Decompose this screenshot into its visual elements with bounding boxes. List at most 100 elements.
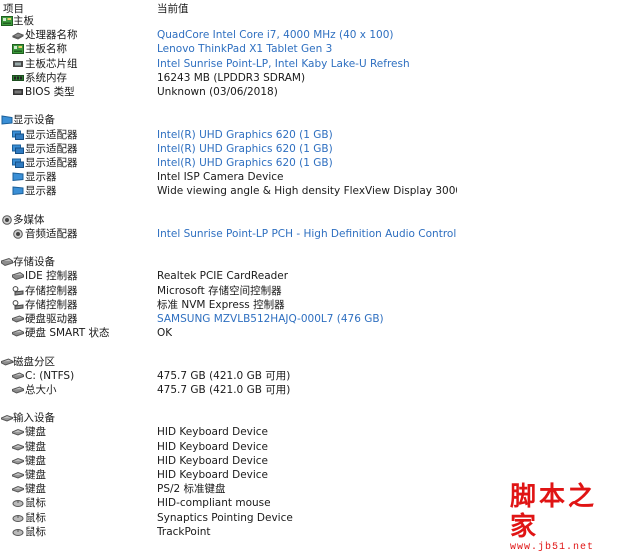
partition-icon [1,357,13,367]
speaker-icon [1,214,13,225]
monitor-icon [12,186,24,196]
motherboard-icon [1,16,13,26]
item-value: HID Keyboard Device [157,426,269,439]
tree-item-row[interactable]: 主板芯片组 Intel Sunrise Point-LP, Intel Kaby … [0,57,640,71]
display-icon [1,115,13,125]
mouse-icon [12,513,24,523]
item-value: 475.7 GB (421.0 GB 可用) [157,369,291,382]
storage-controller-icon [12,299,24,310]
watermark: 脚本之家 www.jb51.net [510,482,622,553]
section-header[interactable]: 存储设备 [0,255,640,269]
display-adapter-icon [12,144,24,154]
tree-item-row[interactable]: C: (NTFS) 475.7 GB (421.0 GB 可用) [0,369,640,383]
item-name: 鼠标 [25,525,46,538]
partition-icon [12,371,24,381]
tree-item-row[interactable]: 音频适配器 Intel Sunrise Point-LP PCH - High D… [0,227,640,241]
tree-item-row[interactable]: 键盘 HID Keyboard Device [0,425,640,439]
tree-item-row[interactable]: 键盘 HID Keyboard Device [0,468,640,482]
item-value: HID Keyboard Device [157,469,269,481]
tree-item-row[interactable]: 显示器 Wide viewing angle & High density Fle… [0,184,640,198]
tree-item-row[interactable]: 显示器 Intel ISP Camera Device [0,170,640,184]
tree-item-row[interactable]: 显示适配器 Intel(R) UHD Graphics 620 (1 GB) [0,142,640,156]
keyboard-icon [12,456,24,466]
item-value-link[interactable]: Intel(R) UHD Graphics 620 (1 GB) [157,142,333,156]
partition-icon [12,385,24,395]
tree-item-row[interactable]: 键盘 HID Keyboard Device [0,440,640,454]
item-value: Wide viewing angle & High density FlexVi… [157,185,457,198]
item-value-link[interactable]: Intel Sunrise Point-LP, Intel Kaby Lake-… [157,57,410,71]
tree-item-row[interactable]: 键盘 HID Keyboard Device [0,454,640,468]
item-name: 鼠标 [25,497,46,510]
section-header[interactable]: 显示设备 [0,113,640,127]
ide-controller-icon [12,271,24,281]
item-name: 显示适配器 [25,156,78,169]
display-adapter-icon [12,130,24,140]
memory-icon [12,73,24,83]
tree-item-row[interactable]: IDE 控制器 Realtek PCIE CardReader [0,269,640,283]
item-name: BIOS 类型 [25,85,75,98]
item-name: 显示适配器 [25,128,78,141]
hard-drive-icon [12,328,24,338]
chipset-icon [12,59,24,69]
item-name: 音频适配器 [25,227,78,240]
item-value: TrackPoint [157,525,211,538]
item-name: 主板芯片组 [25,57,78,70]
tree-item-row[interactable]: 硬盘驱动器 SAMSUNG MZVLB512HAJQ-000L7 (476 GB) [0,312,640,326]
section-title: 显示设备 [13,114,55,127]
item-name: 存储控制器 [25,284,78,297]
item-value: HID-compliant mouse [157,497,271,510]
item-value: Realtek PCIE CardReader [157,270,289,283]
item-value: HID Keyboard Device [157,454,269,467]
item-value: 16243 MB (LPDDR3 SDRAM) [157,71,306,84]
item-value-link[interactable]: Intel(R) UHD Graphics 620 (1 GB) [157,156,333,170]
section-header[interactable]: 磁盘分区 [0,355,640,369]
section-header[interactable]: 输入设备 [0,411,640,425]
tree-item-row[interactable]: 硬盘 SMART 状态 OK [0,326,640,340]
tree-item-row[interactable]: 总大小 475.7 GB (421.0 GB 可用) [0,383,640,397]
input-device-icon [1,413,13,423]
item-name: 系统内存 [25,71,67,84]
tree-item-row[interactable]: 系统内存 16243 MB (LPDDR3 SDRAM) [0,71,640,85]
item-name: 鼠标 [25,511,46,524]
item-name: 键盘 [25,440,46,453]
item-name: 键盘 [25,483,46,496]
section-header[interactable]: 主板 [0,14,640,28]
item-value: 475.7 GB (421.0 GB 可用) [157,383,291,396]
speaker-icon [12,229,24,239]
item-name: 存储控制器 [25,298,78,311]
monitor-icon [12,172,24,182]
watermark-title: 脚本之家 [510,482,598,542]
item-name: 处理器名称 [25,29,78,42]
cpu-icon [12,30,24,40]
tree-item-row[interactable]: 存储控制器 标准 NVM Express 控制器 [0,298,640,312]
tree-item-row[interactable]: 显示适配器 Intel(R) UHD Graphics 620 (1 GB) [0,128,640,142]
item-value-link[interactable]: Intel Sunrise Point-LP PCH - High Defini… [157,227,457,241]
mouse-icon [12,498,24,508]
tree-item-row[interactable]: 主板名称 Lenovo ThinkPad X1 Tablet Gen 3 [0,42,640,56]
tree-item-row[interactable]: 处理器名称 QuadCore Intel Core i7, 4000 MHz (4… [0,28,640,42]
item-value: Microsoft 存储空间控制器 [157,284,282,297]
tree-item-row[interactable]: 存储控制器 Microsoft 存储空间控制器 [0,284,640,298]
storage-controller-icon [12,285,24,296]
bios-icon [12,87,24,97]
item-name: 显示器 [25,185,57,198]
display-adapter-icon [12,158,24,168]
item-value-link[interactable]: Intel(R) UHD Graphics 620 (1 GB) [157,128,333,142]
item-value-link[interactable]: SAMSUNG MZVLB512HAJQ-000L7 (476 GB) [157,312,384,326]
item-value: PS/2 标准键盘 [157,483,226,496]
item-value-link[interactable]: QuadCore Intel Core i7, 4000 MHz (40 x 1… [157,28,394,42]
section-title: 多媒体 [13,213,45,226]
column-header: 项目 当前值 [0,0,640,15]
item-value-link[interactable]: Lenovo ThinkPad X1 Tablet Gen 3 [157,42,332,56]
section-header[interactable]: 多媒体 [0,213,640,227]
section-title: 磁盘分区 [13,355,55,368]
keyboard-icon [12,470,24,480]
keyboard-icon [12,484,24,494]
tree-item-row[interactable]: BIOS 类型 Unknown (03/06/2018) [0,85,640,99]
item-name: 键盘 [25,469,46,481]
keyboard-icon [12,427,24,437]
tree-item-row[interactable]: 显示适配器 Intel(R) UHD Graphics 620 (1 GB) [0,156,640,170]
